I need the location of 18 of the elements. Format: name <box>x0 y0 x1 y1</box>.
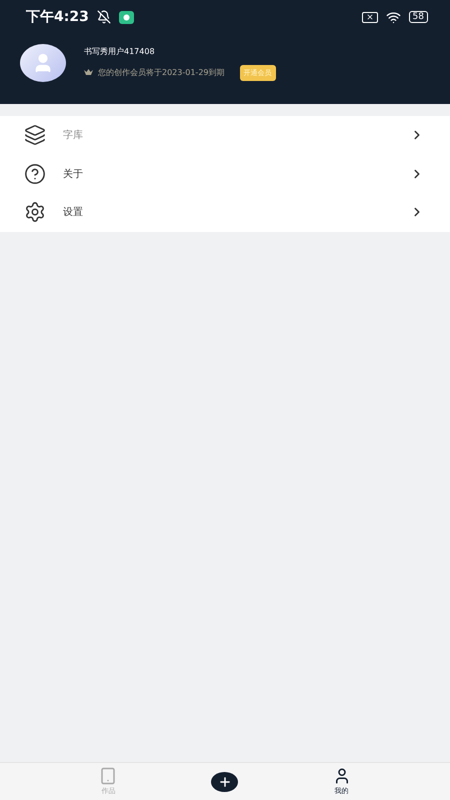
layers-icon <box>24 124 46 146</box>
membership-notice: 您的创作会员将于2023-01-29到期 <box>98 67 224 78</box>
bell-off-icon <box>96 10 111 24</box>
app-icon <box>118 10 134 24</box>
menu-item[interactable]: 字库 <box>0 116 450 154</box>
status-time: 下午4:23 <box>26 8 89 26</box>
battery-level: 58 <box>408 11 428 23</box>
menu-item[interactable]: 设置 <box>0 193 450 232</box>
avatar[interactable] <box>20 44 66 82</box>
menu-item[interactable]: 关于 <box>0 154 450 193</box>
crown-icon <box>84 69 93 76</box>
sim-icon <box>362 12 378 22</box>
add-button[interactable] <box>211 772 238 792</box>
wifi-icon <box>386 10 401 24</box>
settings-icon <box>24 201 46 224</box>
username: 书写秀用户417408 <box>84 46 156 56</box>
help-icon <box>24 162 46 185</box>
plus-icon <box>218 774 232 788</box>
